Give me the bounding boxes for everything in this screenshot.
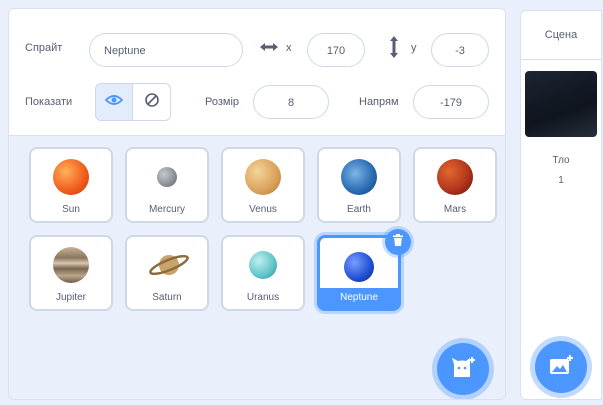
stage-title: Сцена	[521, 11, 601, 60]
eye-icon	[104, 93, 124, 111]
x-label: x	[286, 42, 292, 54]
sprite-tile-uranus[interactable]: Uranus	[221, 235, 305, 311]
cat-add-icon	[450, 355, 476, 384]
sun-thumbnail	[53, 159, 89, 195]
choose-backdrop-button[interactable]	[535, 341, 587, 393]
direction-label: Напрям	[359, 96, 399, 108]
backdrops-count: 1	[558, 175, 564, 186]
sprite-label: Спрайт	[25, 42, 63, 54]
size-input[interactable]: 8	[253, 85, 329, 119]
eye-slash-icon	[144, 92, 160, 113]
sprite-tile-sun[interactable]: Sun	[29, 147, 113, 223]
sprite-tile-earth[interactable]: Earth	[317, 147, 401, 223]
vertical-arrows-icon	[387, 35, 401, 64]
sprite-tile-venus[interactable]: Venus	[221, 147, 305, 223]
sprite-name: Uranus	[246, 292, 280, 303]
sprite-name: Jupiter	[55, 292, 86, 303]
sprite-name: Mercury	[148, 204, 186, 215]
stage-pane: Сцена Тло 1	[520, 10, 602, 400]
mars-thumbnail	[437, 159, 473, 195]
show-hidden-toggle[interactable]	[133, 83, 171, 121]
show-visible-toggle[interactable]	[95, 83, 133, 121]
delete-sprite-button[interactable]	[385, 229, 411, 255]
horizontal-arrows-icon	[259, 40, 279, 59]
show-label: Показати	[25, 96, 73, 108]
sprite-name: Mars	[443, 204, 467, 215]
stage-thumbnail[interactable]	[525, 71, 597, 137]
sprite-tile-saturn[interactable]: Saturn	[125, 235, 209, 311]
sprite-name-input[interactable]: Neptune	[89, 33, 243, 67]
direction-input[interactable]: -179	[413, 85, 489, 119]
backdrops-label: Тло	[552, 155, 570, 166]
sprite-name: Venus	[249, 204, 277, 215]
y-input[interactable]: -3	[431, 33, 489, 67]
sprite-tile-jupiter[interactable]: Jupiter	[29, 235, 113, 311]
sprite-name: Earth	[347, 204, 371, 215]
mercury-thumbnail	[157, 167, 177, 187]
backdrop-add-icon	[548, 354, 574, 381]
saturn-thumbnail	[147, 247, 191, 288]
sprite-name: Sun	[62, 204, 80, 215]
sprite-tile-mercury[interactable]: Mercury	[125, 147, 209, 223]
sprite-info-panel: Спрайт Neptune x 170 y -3 Показати Розмі…	[9, 9, 505, 136]
sprite-tile-mars[interactable]: Mars	[413, 147, 497, 223]
y-label: y	[411, 42, 417, 54]
size-label: Розмір	[205, 96, 240, 108]
x-input[interactable]: 170	[307, 33, 365, 67]
sprite-name: Saturn	[152, 292, 182, 303]
jupiter-thumbnail	[53, 247, 89, 283]
trash-icon	[391, 233, 405, 252]
sprite-pane: Спрайт Neptune x 170 y -3 Показати Розмі…	[8, 8, 506, 400]
venus-thumbnail	[245, 159, 281, 195]
uranus-thumbnail	[249, 251, 277, 279]
neptune-thumbnail	[344, 252, 374, 282]
earth-thumbnail	[341, 159, 377, 195]
sprite-name: Neptune	[320, 288, 398, 308]
choose-sprite-button[interactable]	[437, 343, 489, 395]
